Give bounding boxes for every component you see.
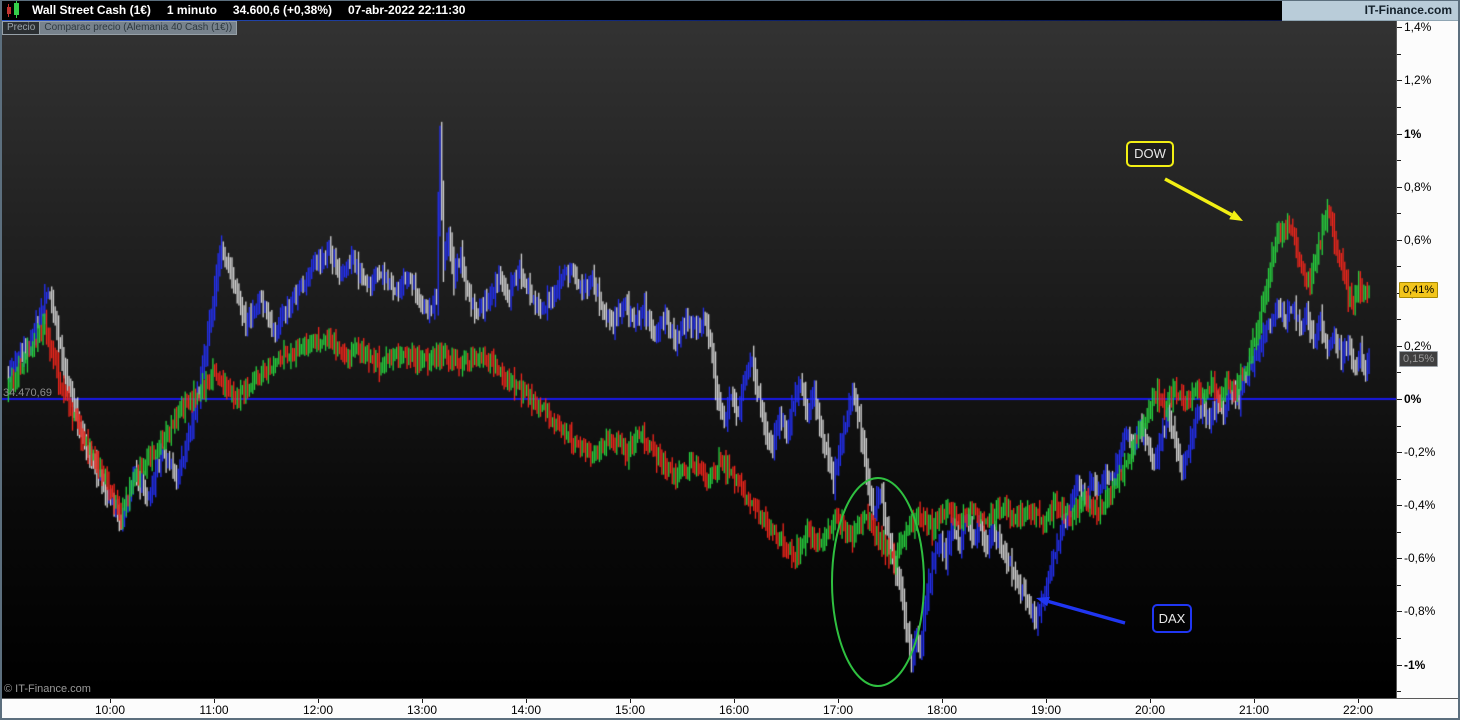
green-candle-glyph — [14, 0, 19, 18]
y-axis-tick-label: -0,8% — [1404, 604, 1436, 618]
time-axis[interactable]: 10:00 11:00 12:00 13:00 14:00 15:00 16:00 17:00… — [2, 698, 1458, 718]
instrument-title: Wall Street Cash (1€) — [32, 3, 151, 17]
chart-tabs: Precio Comparac precio (Alemania 40 Cash… — [2, 21, 238, 35]
y-axis-tick-label: 0,6% — [1404, 233, 1432, 247]
y-axis-tick-mark — [1397, 638, 1401, 639]
x-axis-tick-label: 16:00 — [718, 703, 750, 717]
x-axis-tick-label: 10:00 — [94, 703, 126, 717]
quote-timestamp: 07-abr-2022 22:11:30 — [348, 3, 466, 17]
y-axis-tick-label: 1,4% — [1404, 21, 1432, 34]
y-axis-tick-mark — [1397, 585, 1401, 586]
tab-precio[interactable]: Precio — [2, 21, 41, 35]
y-axis-tick-mark — [1397, 372, 1401, 373]
x-axis-tick-label: 13:00 — [406, 703, 438, 717]
x-axis-tick-label: 11:00 — [199, 703, 229, 717]
timeframe-label: 1 minuto — [166, 3, 217, 17]
x-axis-tick-label: 12:00 — [302, 703, 334, 717]
y-axis-tick-label: -0,4% — [1404, 498, 1436, 512]
x-axis-tick-label: 21:00 — [1238, 703, 1270, 717]
y-axis-tick-mark — [1397, 240, 1402, 241]
y-axis-tick-label: -1% — [1404, 658, 1426, 672]
y-axis-tick-mark — [1397, 611, 1402, 612]
price-chart-canvas[interactable] — [2, 21, 1396, 698]
y-axis-tick-mark — [1397, 452, 1402, 453]
y-axis-tick-mark — [1397, 665, 1402, 666]
tab-comparac-precio[interactable]: Comparac precio (Alemania 40 Cash (1€)) — [40, 21, 238, 35]
y-axis-tick-label: -0,2% — [1404, 445, 1436, 459]
y-axis-tick-mark — [1397, 319, 1401, 320]
dow-annotation-label[interactable]: DOW — [1126, 141, 1174, 167]
dax-last-value-tag: 0,15% — [1399, 351, 1439, 367]
candlestick-icon — [4, 0, 26, 20]
red-candle-glyph — [7, 4, 11, 17]
last-quote: 34.600,6 (+0,38%) — [232, 3, 332, 17]
y-axis-tick-mark — [1397, 479, 1401, 480]
watermark: © IT-Finance.com — [4, 683, 91, 695]
title-bar: Wall Street Cash (1€) 1 minuto 34.600,6 … — [0, 0, 1460, 20]
y-axis-tick-mark — [1397, 213, 1401, 214]
y-axis-tick-mark — [1397, 426, 1401, 427]
y-axis-tick-mark — [1397, 691, 1401, 692]
y-axis-tick-mark — [1397, 187, 1402, 188]
y-axis-tick-mark — [1397, 505, 1402, 506]
x-axis-tick-label: 20:00 — [1134, 703, 1166, 717]
y-axis-tick-mark — [1397, 107, 1401, 108]
zero-line-price-label: 34.470,69 — [3, 387, 52, 399]
y-axis-tick-mark — [1397, 54, 1401, 55]
prorealtime-window: Wall Street Cash (1€) 1 minuto 34.600,6 … — [0, 0, 1460, 720]
y-axis-tick-label: 1,2% — [1404, 73, 1432, 87]
y-axis-tick-mark — [1397, 532, 1401, 533]
y-axis-tick-mark — [1397, 27, 1402, 28]
y-axis-tick-label: 1% — [1404, 127, 1422, 141]
y-axis-tick-mark — [1397, 80, 1402, 81]
dax-annotation-label[interactable]: DAX — [1152, 604, 1192, 633]
y-axis-tick-mark — [1397, 346, 1402, 347]
y-axis-tick-mark — [1397, 558, 1402, 559]
dow-last-value-tag: 0,41% — [1399, 282, 1439, 298]
y-axis-tick-label: -0,6% — [1404, 551, 1436, 565]
y-axis-tick-label: 0,8% — [1404, 180, 1432, 194]
title-bar-accent — [0, 20, 1282, 21]
x-axis-tick-label: 17:00 — [822, 703, 854, 717]
x-axis-tick-label: 18:00 — [926, 703, 958, 717]
y-axis-tick-label: 0% — [1404, 392, 1422, 406]
x-axis-tick-label: 19:00 — [1030, 703, 1062, 717]
price-axis[interactable]: 0,41% 0,15% 1,4%1,2%1%0,8%0,6%0,4%0,2%0%… — [1396, 21, 1458, 698]
y-axis-tick-mark — [1397, 399, 1402, 400]
y-axis-tick-mark — [1397, 134, 1402, 135]
x-axis-tick-label: 22:00 — [1342, 703, 1374, 717]
x-axis-tick-label: 14:00 — [510, 703, 542, 717]
x-axis-tick-label: 15:00 — [614, 703, 646, 717]
y-axis-tick-mark — [1397, 160, 1401, 161]
y-axis-tick-mark — [1397, 266, 1401, 267]
brand-link[interactable]: IT-Finance.com — [1282, 0, 1458, 21]
